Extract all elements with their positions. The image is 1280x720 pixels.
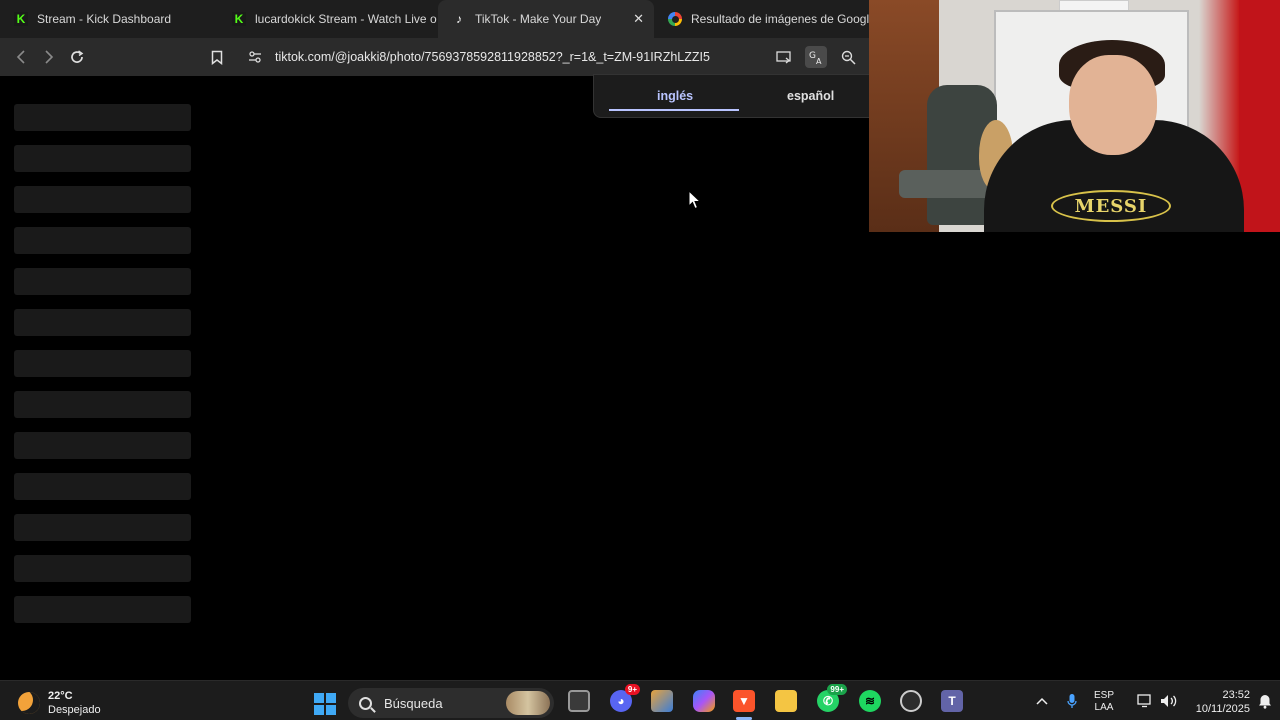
show-hidden-icons[interactable] bbox=[1036, 681, 1048, 720]
taskbar-search[interactable]: Búsqueda bbox=[348, 688, 554, 718]
skeleton-row bbox=[14, 309, 191, 336]
site-settings-icon[interactable] bbox=[244, 46, 266, 68]
webcam-overlay: MESSI bbox=[869, 0, 1280, 232]
tab-title: lucardokick Stream - Watch Live o bbox=[255, 12, 437, 26]
svg-text:G: G bbox=[809, 51, 816, 61]
clock-time: 23:52 bbox=[1222, 689, 1250, 701]
streamer-face bbox=[1069, 55, 1157, 155]
chevron-up-icon bbox=[1036, 697, 1048, 705]
spotify-icon[interactable]: ≋ bbox=[859, 690, 881, 712]
game-app-icon[interactable] bbox=[651, 690, 673, 712]
lang-line2: LAA bbox=[1094, 702, 1114, 713]
address-bar[interactable]: tiktok.com/@joakki8/photo/75693785928119… bbox=[240, 43, 865, 71]
search-highlight-image bbox=[506, 691, 550, 715]
skeleton-row bbox=[14, 350, 191, 377]
weather-desc: Despejado bbox=[48, 704, 101, 716]
kick-icon: K bbox=[232, 12, 246, 26]
whatsapp-badge: 99+ bbox=[827, 684, 847, 695]
back-arrow-icon bbox=[16, 50, 25, 64]
skeleton-row bbox=[14, 268, 191, 295]
tab-title: Stream - Kick Dashboard bbox=[37, 12, 172, 26]
file-explorer-icon[interactable] bbox=[775, 690, 797, 712]
url-text: tiktok.com/@joakki8/photo/75693785928119… bbox=[275, 50, 710, 64]
moon-icon bbox=[18, 692, 40, 714]
forward-arrow-icon bbox=[45, 50, 54, 64]
weather-temp: 22°C bbox=[48, 690, 73, 702]
skeleton-row bbox=[14, 514, 191, 541]
tab-source-language[interactable]: inglés bbox=[657, 89, 693, 103]
tab-kick-dashboard[interactable]: K Stream - Kick Dashboard bbox=[0, 0, 218, 38]
zoom-icon[interactable] bbox=[837, 46, 859, 68]
tab-title: Resultado de imágenes de Google bbox=[691, 12, 870, 26]
tiktok-icon: ♪ bbox=[456, 12, 462, 26]
tab-target-language[interactable]: español bbox=[787, 89, 834, 103]
volume-icon[interactable] bbox=[1160, 681, 1178, 720]
tab-tiktok[interactable]: ♪ TikTok - Make Your Day ✕ bbox=[438, 0, 654, 38]
reload-icon bbox=[71, 50, 84, 63]
svg-text:A: A bbox=[816, 57, 822, 65]
forward-button[interactable] bbox=[35, 43, 63, 71]
brave-browser-icon[interactable]: ▼ bbox=[733, 690, 755, 712]
bookmark-button[interactable] bbox=[203, 43, 231, 71]
skeleton-row bbox=[14, 596, 191, 623]
copilot-icon[interactable] bbox=[693, 690, 715, 712]
taskbar: 22°C Despejado Búsqueda ◕9+ ▼ ✆99+ ≋ T bbox=[0, 680, 1280, 720]
system-clock[interactable]: 23:52 10/11/2025 bbox=[1190, 688, 1250, 716]
notifications-icon[interactable] bbox=[1258, 681, 1272, 720]
tab-lucardokick-stream[interactable]: K lucardokick Stream - Watch Live o bbox=[218, 0, 438, 38]
clock-date: 10/11/2025 bbox=[1195, 703, 1250, 715]
search-placeholder: Búsqueda bbox=[384, 695, 443, 711]
reload-button[interactable] bbox=[63, 43, 91, 71]
weather-widget[interactable]: 22°C Despejado bbox=[18, 689, 101, 717]
mouse-cursor-icon bbox=[688, 190, 702, 210]
google-icon bbox=[668, 12, 682, 26]
back-button[interactable] bbox=[7, 43, 35, 71]
teams-icon[interactable]: T bbox=[941, 690, 963, 712]
microphone-icon[interactable] bbox=[1067, 681, 1077, 720]
search-icon bbox=[359, 696, 372, 710]
windows-start-icon[interactable] bbox=[314, 693, 336, 715]
kick-icon: K bbox=[14, 12, 28, 26]
skeleton-row bbox=[14, 391, 191, 418]
shirt-print: MESSI bbox=[1051, 190, 1171, 222]
tab-title: TikTok - Make Your Day bbox=[475, 12, 602, 26]
close-tab-icon[interactable]: ✕ bbox=[633, 11, 644, 27]
loading-skeleton bbox=[14, 104, 191, 637]
translate-popup: inglés español bbox=[593, 74, 870, 118]
skeleton-row bbox=[14, 104, 191, 131]
network-icon[interactable] bbox=[1137, 681, 1153, 720]
tab-strip: K Stream - Kick Dashboard K lucardokick … bbox=[0, 0, 870, 38]
translate-icon[interactable]: GA bbox=[805, 46, 827, 68]
input-language[interactable]: ESP LAA bbox=[1094, 690, 1114, 714]
discord-icon[interactable]: ◕ 9+ bbox=[610, 684, 640, 712]
lang-line1: ESP bbox=[1094, 690, 1115, 701]
discord-badge: 9+ bbox=[624, 684, 640, 695]
bookmark-icon bbox=[211, 50, 223, 65]
cast-icon[interactable] bbox=[773, 46, 795, 68]
whatsapp-icon[interactable]: ✆ 99+ bbox=[817, 684, 847, 712]
screen: K Stream - Kick Dashboard K lucardokick … bbox=[0, 0, 1280, 720]
skeleton-row bbox=[14, 227, 191, 254]
selected-language-indicator bbox=[609, 109, 739, 111]
skeleton-row bbox=[14, 473, 191, 500]
skeleton-row bbox=[14, 555, 191, 582]
skeleton-row bbox=[14, 145, 191, 172]
skeleton-row bbox=[14, 186, 191, 213]
skeleton-row bbox=[14, 432, 191, 459]
browser-toolbar: tiktok.com/@joakki8/photo/75693785928119… bbox=[0, 38, 870, 76]
task-view-icon[interactable] bbox=[568, 690, 590, 712]
tab-google-images[interactable]: Resultado de imágenes de Google bbox=[654, 0, 870, 38]
github-icon[interactable] bbox=[900, 690, 922, 712]
